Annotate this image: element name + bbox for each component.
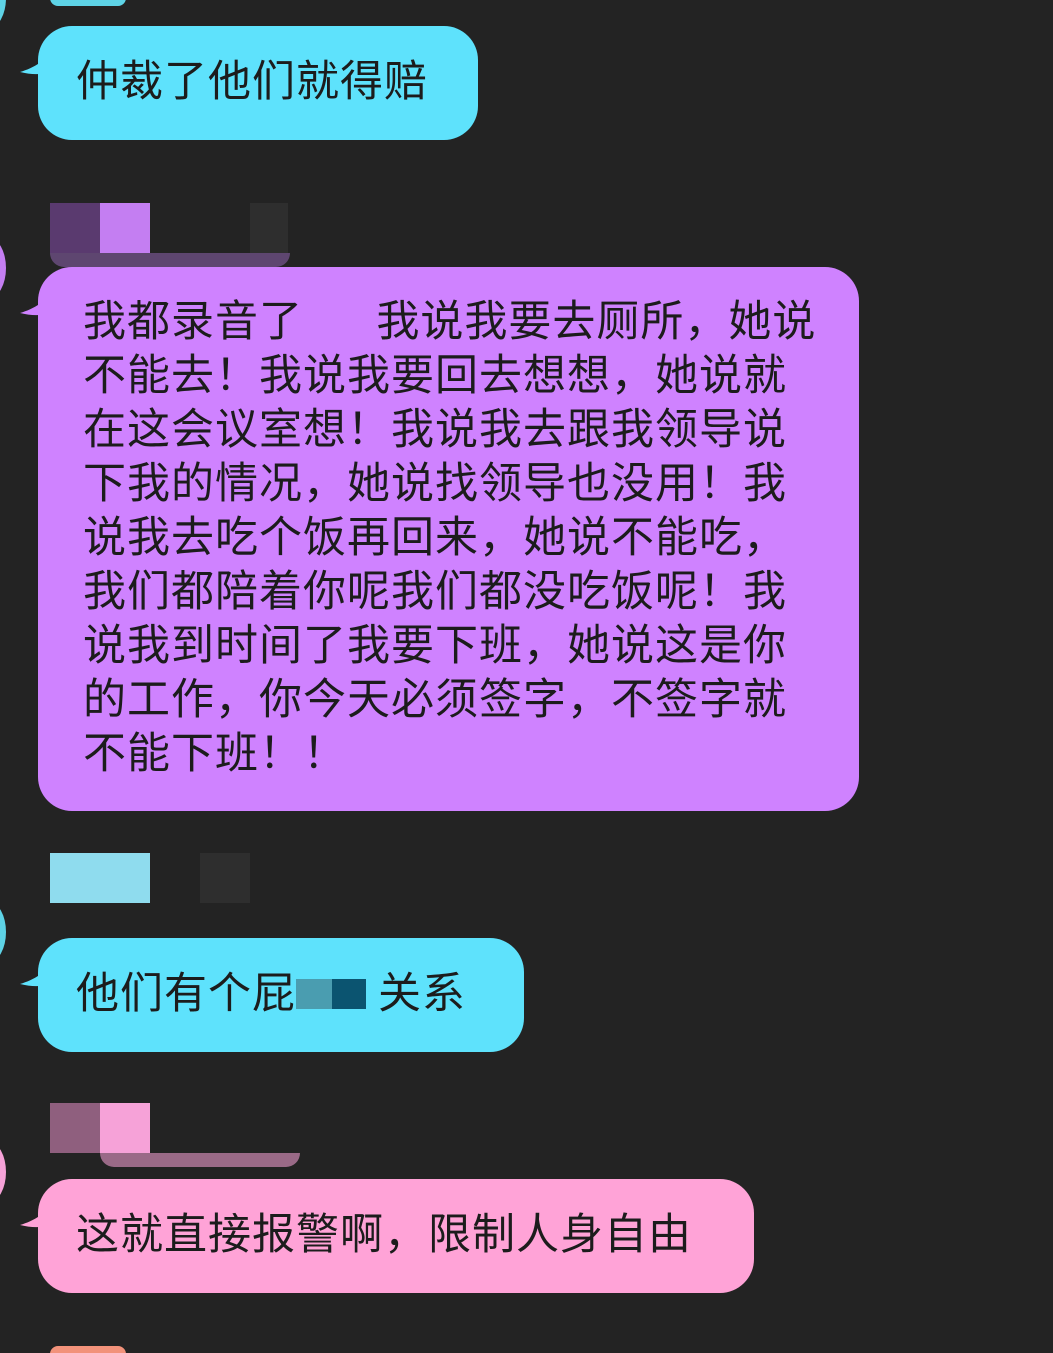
- redaction-mosaic: [332, 978, 366, 1009]
- avatar[interactable]: [0, 1142, 6, 1202]
- message-text: 这就直接报警啊，限制人身自由: [76, 1210, 692, 1260]
- sender-name-redacted: [50, 853, 290, 903]
- message-text-part: 关系: [378, 969, 466, 1019]
- bubble-tail: [20, 46, 60, 75]
- message-bubble-1[interactable]: 仲裁了他们就得赔: [20, 26, 478, 140]
- sender-name-redacted: [50, 1103, 300, 1167]
- bubble-tail: [20, 1199, 60, 1228]
- avatar[interactable]: [0, 902, 6, 962]
- message-bubble-2[interactable]: 我都录音了 我说我要去厕所，她说不能去！我说我要回去想想，她说就在这会议室想！我…: [20, 267, 859, 811]
- message-text: 他们有个屁 关系: [76, 967, 524, 1021]
- redaction-mosaic: [296, 978, 332, 1009]
- avatar[interactable]: [0, 0, 6, 28]
- next-name-label: [50, 1346, 126, 1353]
- chat-screen: 仲裁了他们就得赔 我都录音了 我说我要去厕所，她说不能去！我说我要回去想想，她说…: [0, 0, 1053, 1353]
- sender-name-redacted: [50, 203, 290, 267]
- bubble-tail: [20, 287, 60, 316]
- avatar[interactable]: [0, 238, 6, 298]
- message-text: 我都录音了 我说我要去厕所，她说不能去！我说我要回去想想，她说就在这会议室想！我…: [83, 297, 817, 779]
- message-text: 仲裁了他们就得赔: [76, 57, 428, 107]
- previous-name-label: [50, 0, 126, 6]
- message-text-part: 他们有个屁: [76, 969, 296, 1019]
- message-bubble-4[interactable]: 这就直接报警啊，限制人身自由: [20, 1179, 754, 1293]
- bubble-tail: [20, 958, 60, 987]
- message-bubble-3[interactable]: 他们有个屁 关系: [20, 938, 524, 1052]
